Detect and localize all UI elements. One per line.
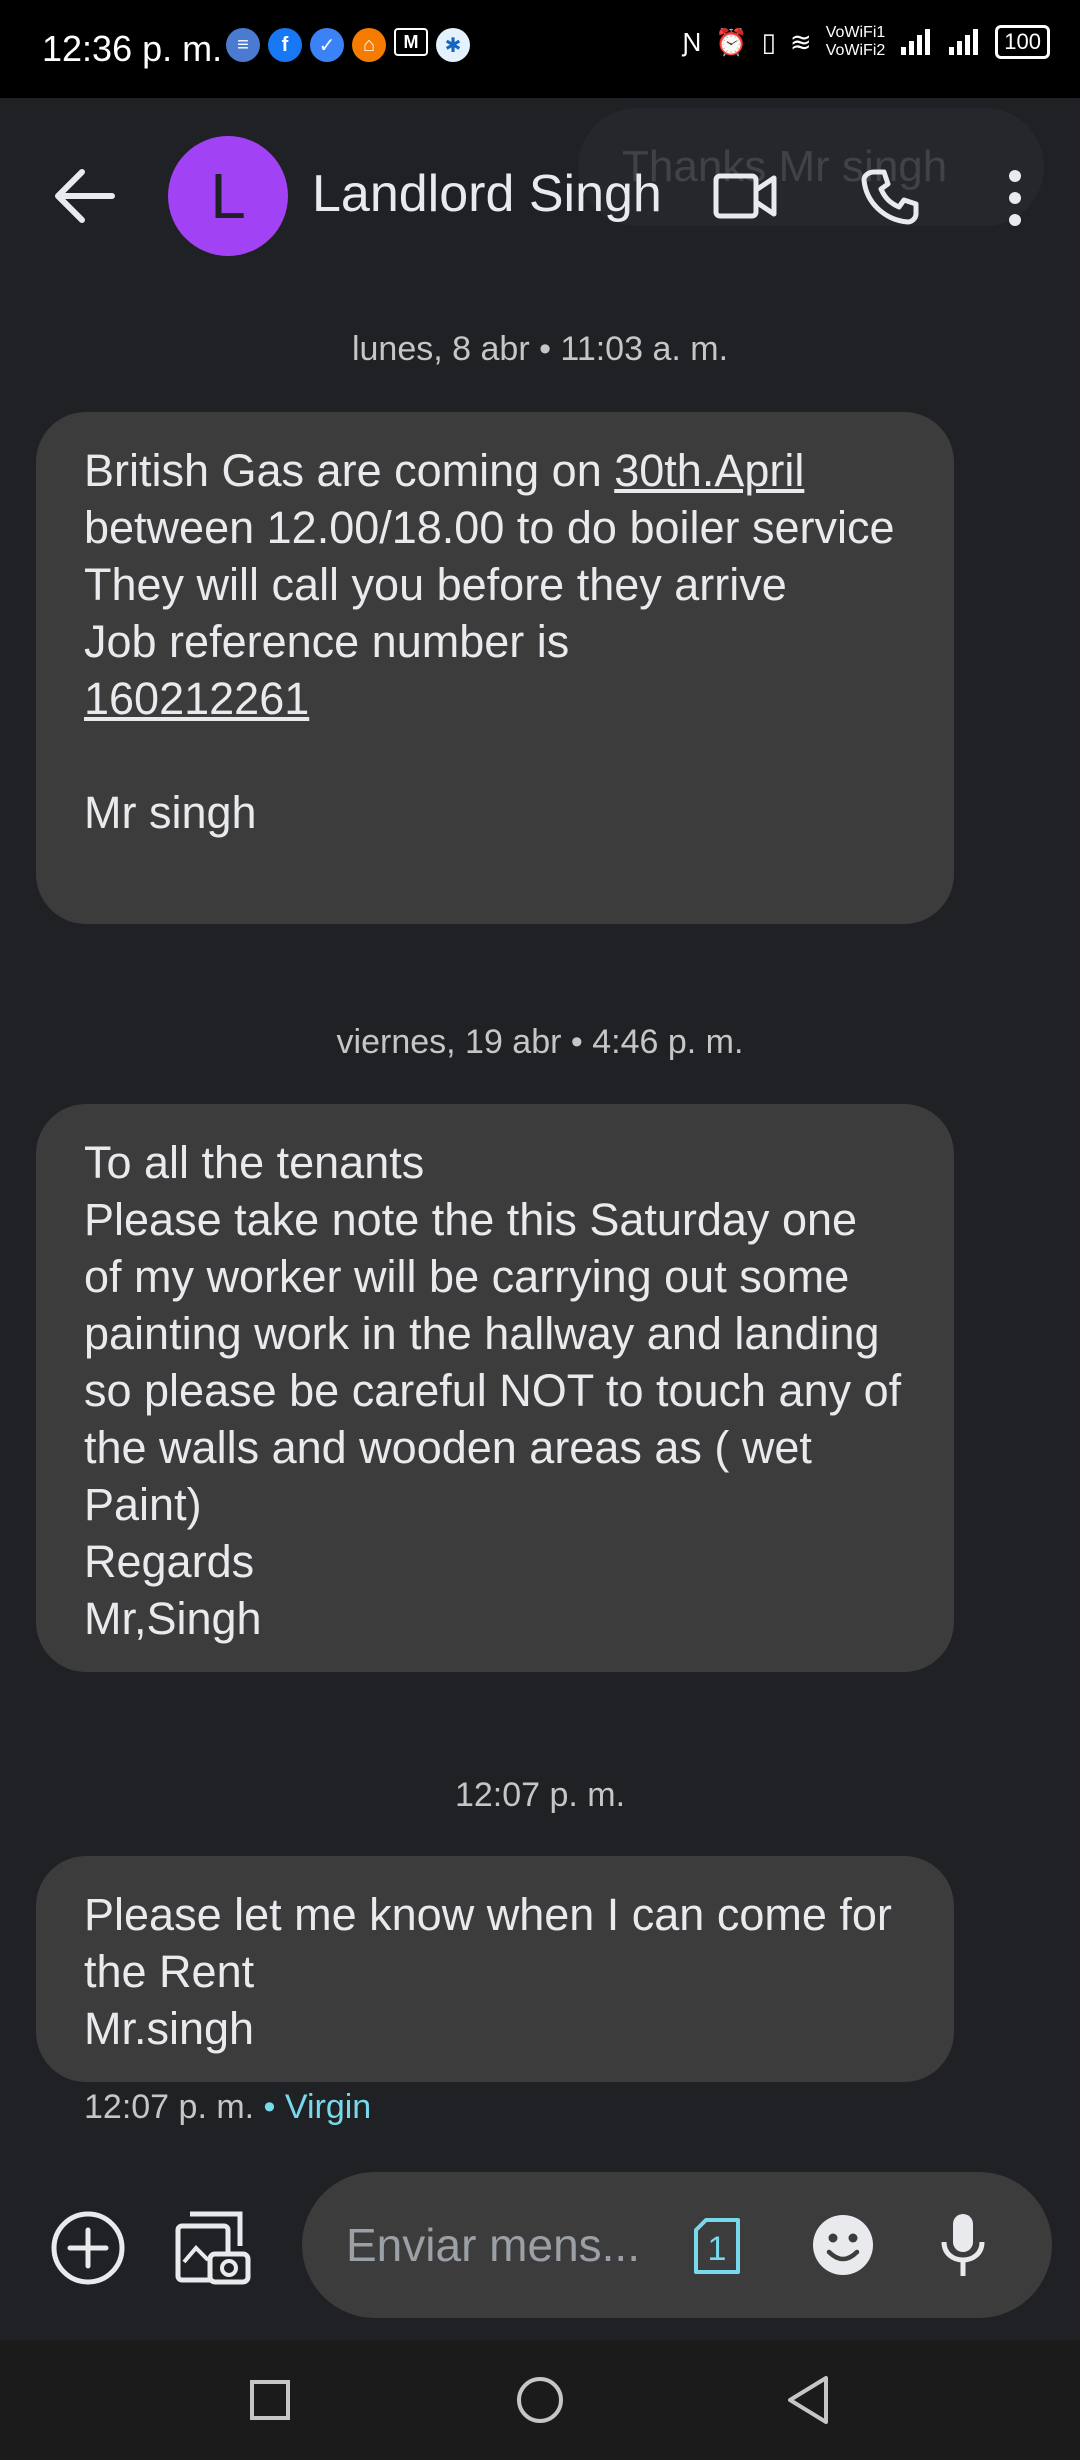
contact-avatar[interactable]: L: [168, 136, 288, 256]
message-timestamp: 12:07 p. m.: [84, 2088, 255, 2126]
messages-notification-icon: ≡: [226, 28, 260, 62]
contact-name[interactable]: Landlord Singh: [312, 164, 662, 224]
message-text: British Gas are coming on 30th.April bet…: [84, 442, 906, 841]
conversation-header: Thanks Mr singh L Landlord Singh: [0, 98, 1080, 298]
meta-separator: •: [254, 2088, 285, 2126]
composer-bar: Enviar mens... 1: [0, 2160, 1080, 2340]
status-bar: 12:36 p. m. ≡ f ✓ ⌂ M ✱ Ɲ ⏰ ▯ ≋ VoWiFi1 …: [0, 0, 1080, 98]
vowifi-indicator: VoWiFi1 VoWiFi2: [826, 24, 886, 60]
signal-icon: [901, 29, 931, 55]
sim-select-icon[interactable]: 1: [692, 2216, 742, 2276]
more-options-icon[interactable]: [1000, 168, 1030, 228]
wifi-icon: ≋: [789, 26, 812, 57]
microphone-icon[interactable]: [938, 2210, 988, 2280]
vowifi-2-label: VoWiFi2: [825, 42, 886, 59]
carrier-label: Virgin: [284, 2088, 372, 2126]
message-input[interactable]: Enviar mens... 1: [302, 2172, 1052, 2318]
back-arrow-icon[interactable]: [50, 168, 120, 224]
date-separator: lunes, 8 abr • 11:03 a. m.: [351, 330, 729, 368]
app-notification-icon: ✱: [436, 28, 470, 62]
battery-indicator: 100: [995, 25, 1050, 59]
video-call-icon[interactable]: [712, 170, 778, 222]
signal-2-icon: [949, 29, 979, 55]
nfc-icon: Ɲ: [682, 26, 702, 57]
vowifi-1-label: VoWiFi1: [825, 24, 886, 41]
message-status: 12:07 p. m. • Virgin: [84, 2088, 371, 2127]
facebook-icon: f: [268, 28, 302, 62]
message-input-placeholder: Enviar mens...: [346, 2219, 640, 2271]
message-text: Please let me know when I can come for t…: [84, 1889, 892, 2054]
phone-call-icon[interactable]: [860, 166, 920, 226]
alarm-icon: ⏰: [715, 26, 748, 57]
add-attachment-icon[interactable]: [50, 2210, 126, 2286]
message-bubble[interactable]: To all the tenants Please take note the …: [36, 1104, 954, 1672]
shop-icon: ⌂: [352, 28, 386, 62]
sim-number: 1: [708, 2230, 727, 2268]
date-separator: viernes, 19 abr • 4:46 p. m.: [336, 1023, 744, 1061]
gallery-camera-icon[interactable]: [174, 2208, 252, 2286]
messenger-icon: ✓: [310, 28, 344, 62]
message-text-part: British Gas are coming on: [84, 445, 615, 496]
message-text: To all the tenants Please take note the …: [84, 1137, 902, 1644]
gmail-icon: M: [394, 28, 428, 56]
date-separator: 12:07 p. m.: [454, 1776, 626, 1814]
system-icons: Ɲ ⏰ ▯ ≋ VoWiFi1 VoWiFi2 100: [682, 24, 1050, 60]
home-circle-icon[interactable]: [510, 2370, 570, 2430]
recents-square-icon[interactable]: [240, 2370, 300, 2430]
message-bubble[interactable]: British Gas are coming on 30th.April bet…: [36, 412, 954, 924]
emoji-icon[interactable]: [810, 2212, 876, 2278]
vibrate-icon: ▯: [761, 26, 776, 57]
notification-icons: ≡ f ✓ ⌂ M ✱: [226, 28, 470, 62]
reference-number-link[interactable]: 160212261: [84, 673, 309, 724]
system-navigation-bar: [0, 2340, 1080, 2460]
message-text-part: Mr singh: [84, 787, 257, 838]
back-triangle-icon[interactable]: [780, 2370, 840, 2430]
status-time: 12:36 p. m.: [42, 28, 223, 69]
message-bubble[interactable]: Please let me know when I can come for t…: [36, 1856, 954, 2082]
date-link[interactable]: 30th.April: [614, 445, 804, 496]
message-text-part: between 12.00/18.00 to do boiler service…: [84, 502, 895, 667]
